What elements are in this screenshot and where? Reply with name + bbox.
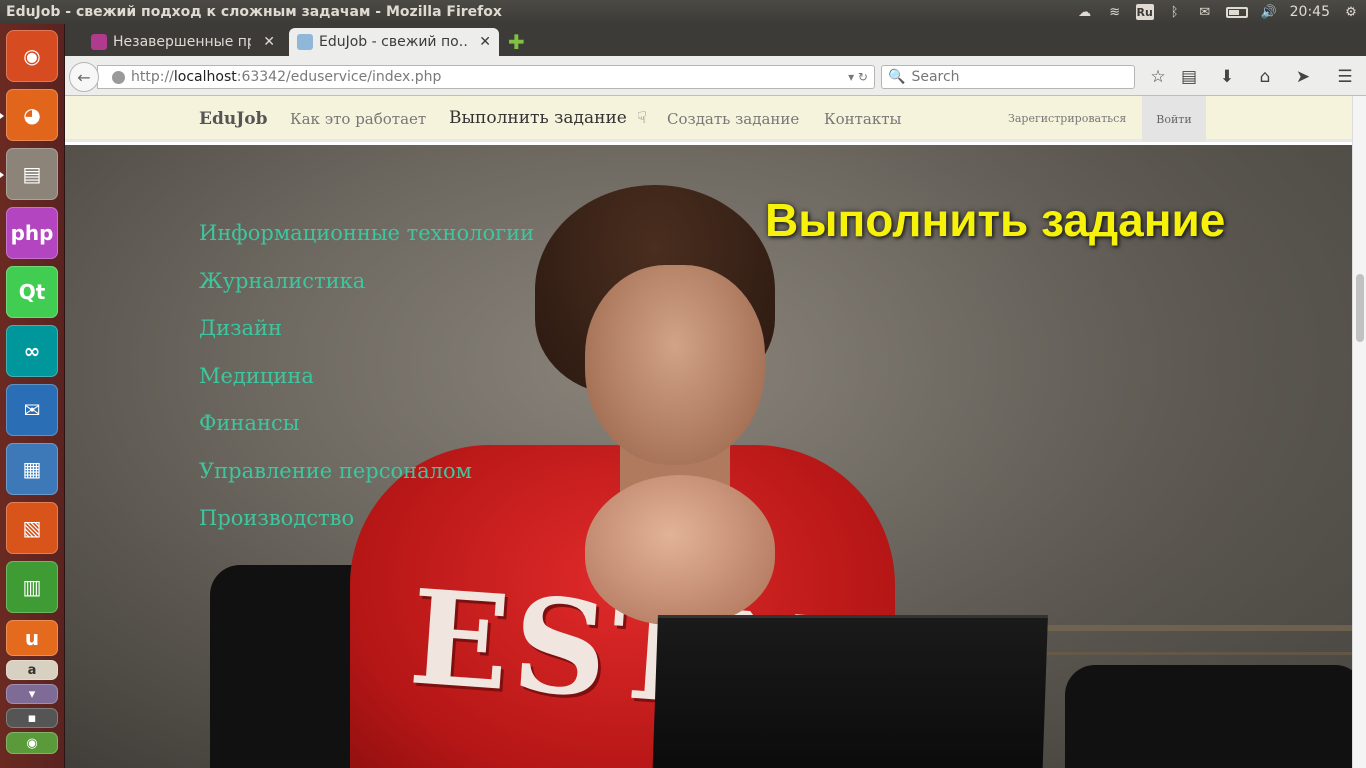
scrollbar-thumb[interactable] bbox=[1356, 274, 1364, 342]
nav-contacts[interactable]: Контакты bbox=[824, 110, 902, 128]
clock[interactable]: 20:45 bbox=[1290, 4, 1330, 20]
page-favicon-icon bbox=[297, 34, 313, 50]
software-center-icon[interactable]: u bbox=[6, 620, 58, 656]
login-button[interactable]: Войти bbox=[1142, 96, 1206, 142]
nav-do-task[interactable]: Выполнить задание bbox=[449, 108, 627, 128]
tab-unsaved[interactable]: Незавершенные пр… ✕ bbox=[83, 28, 283, 56]
home-icon[interactable]: ⌂ bbox=[1253, 66, 1277, 88]
launcher: ◉ ◕ ▤ php Qt ∞ ✉ ▦ ▧ ▥ u a ▾ ▪ ◉ bbox=[0, 24, 65, 768]
hand-pointer-icon: ☟ bbox=[637, 108, 647, 127]
category-production[interactable]: Производство bbox=[199, 506, 534, 554]
category-it[interactable]: Информационные технологии bbox=[199, 221, 534, 269]
nav-how-it-works[interactable]: Как это работает bbox=[290, 110, 426, 128]
photo-student-hand bbox=[585, 475, 775, 625]
arduino-icon[interactable]: ∞ bbox=[6, 325, 58, 377]
battery-icon[interactable] bbox=[1225, 6, 1248, 18]
url-text: http://localhost:63342/eduservice/index.… bbox=[131, 69, 442, 85]
vertical-scrollbar[interactable] bbox=[1352, 96, 1366, 768]
update-manager-icon[interactable]: ◉ bbox=[6, 732, 58, 754]
files-icon[interactable]: ▤ bbox=[6, 148, 58, 200]
system-tray: ☁ ≋ Ru ᛒ ✉ 🔊 20:45 ⚙ bbox=[1076, 4, 1366, 20]
power-gear-icon[interactable]: ⚙ bbox=[1342, 4, 1360, 20]
workspace-icon[interactable]: ▪ bbox=[6, 708, 58, 728]
bluetooth-icon[interactable]: ᛒ bbox=[1166, 4, 1184, 20]
site-navbar: EduJob Как это работает Выполнить задани… bbox=[65, 96, 1352, 142]
site-brand[interactable]: EduJob bbox=[199, 109, 267, 129]
photo-laptop bbox=[652, 615, 1048, 768]
hero-title: Выполнить задание bbox=[765, 194, 1226, 246]
search-input[interactable]: 🔍 Search bbox=[881, 65, 1135, 89]
tab-edujob[interactable]: EduJob - свежий по… ✕ bbox=[289, 28, 499, 56]
window-title: EduJob - свежий подход к сложным задачам… bbox=[6, 4, 502, 20]
nav-create-task[interactable]: Создать задание bbox=[667, 110, 799, 128]
category-medicine[interactable]: Медицина bbox=[199, 364, 534, 412]
category-list: Информационные технологии Журналистика Д… bbox=[199, 221, 534, 554]
mail-icon[interactable]: ✉ bbox=[1196, 4, 1214, 20]
volume-icon[interactable]: 🔊 bbox=[1260, 4, 1278, 20]
category-hr[interactable]: Управление персоналом bbox=[199, 459, 534, 507]
calc-icon[interactable]: ▥ bbox=[6, 561, 58, 613]
category-finance[interactable]: Финансы bbox=[199, 411, 534, 459]
back-arrow-icon: ← bbox=[77, 67, 91, 87]
chair-right bbox=[1065, 665, 1352, 768]
globe-icon bbox=[112, 70, 125, 84]
menu-icon[interactable]: ☰ bbox=[1333, 66, 1357, 88]
ubuntu-dash-icon[interactable]: ◉ bbox=[6, 30, 58, 82]
hero-section: ESTN Выполнить задание Информационные те… bbox=[65, 145, 1352, 768]
nav-toolbar: http://localhost:63342/eduservice/index.… bbox=[65, 56, 1366, 96]
phpstorm-favicon-icon bbox=[91, 34, 107, 50]
close-tab-icon[interactable]: ✕ bbox=[263, 34, 275, 50]
amazon-icon[interactable]: a bbox=[6, 660, 58, 680]
category-journalism[interactable]: Журналистика bbox=[199, 269, 534, 317]
phpstorm-icon[interactable]: php bbox=[6, 207, 58, 259]
wifi-icon[interactable]: ≋ bbox=[1106, 4, 1124, 20]
register-link[interactable]: Зарегистрироваться bbox=[1008, 112, 1126, 125]
firefox-window: Незавершенные пр… ✕ EduJob - свежий по… … bbox=[65, 24, 1366, 768]
tab-strip: Незавершенные пр… ✕ EduJob - свежий по… … bbox=[65, 24, 1366, 56]
writer-icon[interactable]: ▦ bbox=[6, 443, 58, 495]
back-button[interactable]: ← bbox=[69, 62, 99, 92]
url-bar[interactable]: http://localhost:63342/eduservice/index.… bbox=[97, 65, 875, 89]
impress-icon[interactable]: ▧ bbox=[6, 502, 58, 554]
downloads-icon[interactable]: ⬇ bbox=[1215, 66, 1239, 88]
close-tab-icon[interactable]: ✕ bbox=[479, 34, 491, 50]
search-icon: 🔍 bbox=[888, 69, 906, 85]
photo-student-face bbox=[585, 265, 765, 465]
new-tab-icon[interactable]: ✚ bbox=[508, 30, 525, 54]
reading-list-icon[interactable]: ▤ bbox=[1177, 66, 1201, 88]
top-panel: EduJob - свежий подход к сложным задачам… bbox=[0, 0, 1366, 24]
keyboard-layout-indicator[interactable]: Ru bbox=[1135, 4, 1154, 20]
send-icon[interactable]: ➤ bbox=[1291, 66, 1315, 88]
url-dropdown-reload-icon[interactable]: ▾ ↻ bbox=[848, 70, 874, 84]
category-design[interactable]: Дизайн bbox=[199, 316, 534, 364]
qt-creator-icon[interactable]: Qt bbox=[6, 266, 58, 318]
trash-icon[interactable]: ▾ bbox=[6, 684, 58, 704]
bookmark-star-icon[interactable]: ☆ bbox=[1146, 66, 1170, 88]
firefox-icon[interactable]: ◕ bbox=[6, 89, 58, 141]
thunderbird-icon[interactable]: ✉ bbox=[6, 384, 58, 436]
cloud-icon[interactable]: ☁ bbox=[1076, 4, 1094, 20]
page-viewport: EduJob Как это работает Выполнить задани… bbox=[65, 96, 1352, 768]
